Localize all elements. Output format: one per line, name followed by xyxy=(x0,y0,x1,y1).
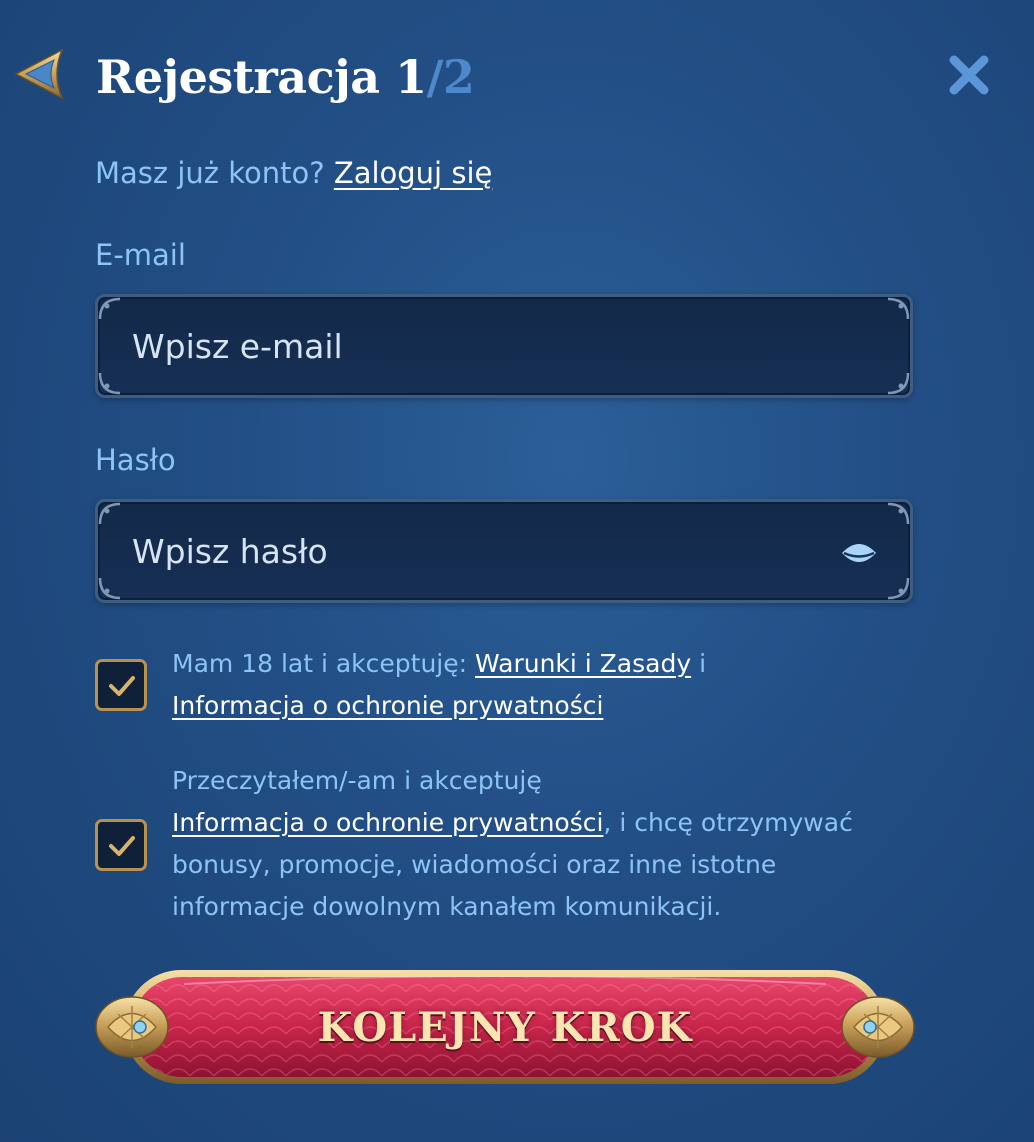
password-input[interactable] xyxy=(132,502,812,600)
consent-1-conjunction: i xyxy=(691,649,707,678)
marketing-consent-checkbox[interactable] xyxy=(95,819,147,871)
next-step-label: KOLEJNY KROK xyxy=(317,1003,693,1051)
email-field-frame xyxy=(95,294,913,398)
email-input[interactable] xyxy=(132,297,812,395)
password-field-frame xyxy=(95,499,913,603)
next-step-button[interactable]: KOLEJNY KROK xyxy=(94,964,916,1090)
eye-icon[interactable] xyxy=(840,538,878,568)
back-arrow-icon xyxy=(14,48,64,100)
close-icon xyxy=(949,55,989,95)
frame-ornament-icon xyxy=(98,577,121,600)
privacy-link-2[interactable]: Informacja o ochronie prywatności xyxy=(172,808,603,837)
login-link[interactable]: Zaloguj się xyxy=(334,156,493,190)
privacy-link-1[interactable]: Informacja o ochronie prywatności xyxy=(172,691,603,720)
age-terms-checkbox[interactable] xyxy=(95,659,147,711)
title-step-total: /2 xyxy=(426,50,475,104)
frame-ornament-icon xyxy=(887,372,910,395)
login-prompt-text: Masz już konto? xyxy=(95,156,334,190)
age-terms-text: Mam 18 lat i akceptuję: Warunki i Zasady… xyxy=(172,643,892,727)
checkmark-icon xyxy=(109,836,135,856)
close-button[interactable] xyxy=(946,52,992,98)
frame-ornament-icon xyxy=(98,297,121,320)
frame-ornament-icon xyxy=(887,297,910,320)
marketing-consent-text: Przeczytałem/-am i akceptuję Informacja o… xyxy=(172,760,892,928)
frame-ornament-icon xyxy=(887,502,910,525)
email-label: E-mail xyxy=(95,238,186,272)
login-prompt: Masz już konto? Zaloguj się xyxy=(95,156,492,190)
password-label: Hasło xyxy=(95,443,176,477)
consent-2-text: Przeczytałem/-am i akceptuję xyxy=(172,766,542,795)
consent-1-text: Mam 18 lat i akceptuję: xyxy=(172,649,475,678)
back-button[interactable] xyxy=(12,44,70,104)
frame-ornament-icon xyxy=(98,372,121,395)
page-title: Rejestracja 1/2 xyxy=(96,50,475,104)
checkmark-icon xyxy=(109,676,135,696)
terms-link[interactable]: Warunki i Zasady xyxy=(475,649,691,678)
title-step: Rejestracja 1 xyxy=(96,50,427,104)
frame-ornament-icon xyxy=(887,577,910,600)
frame-ornament-icon xyxy=(98,502,121,525)
